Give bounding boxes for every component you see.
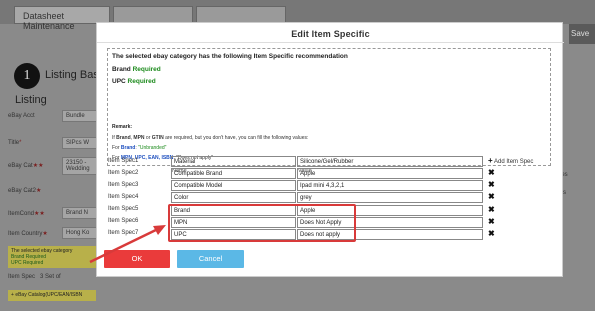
annotation-arrow xyxy=(89,225,166,264)
